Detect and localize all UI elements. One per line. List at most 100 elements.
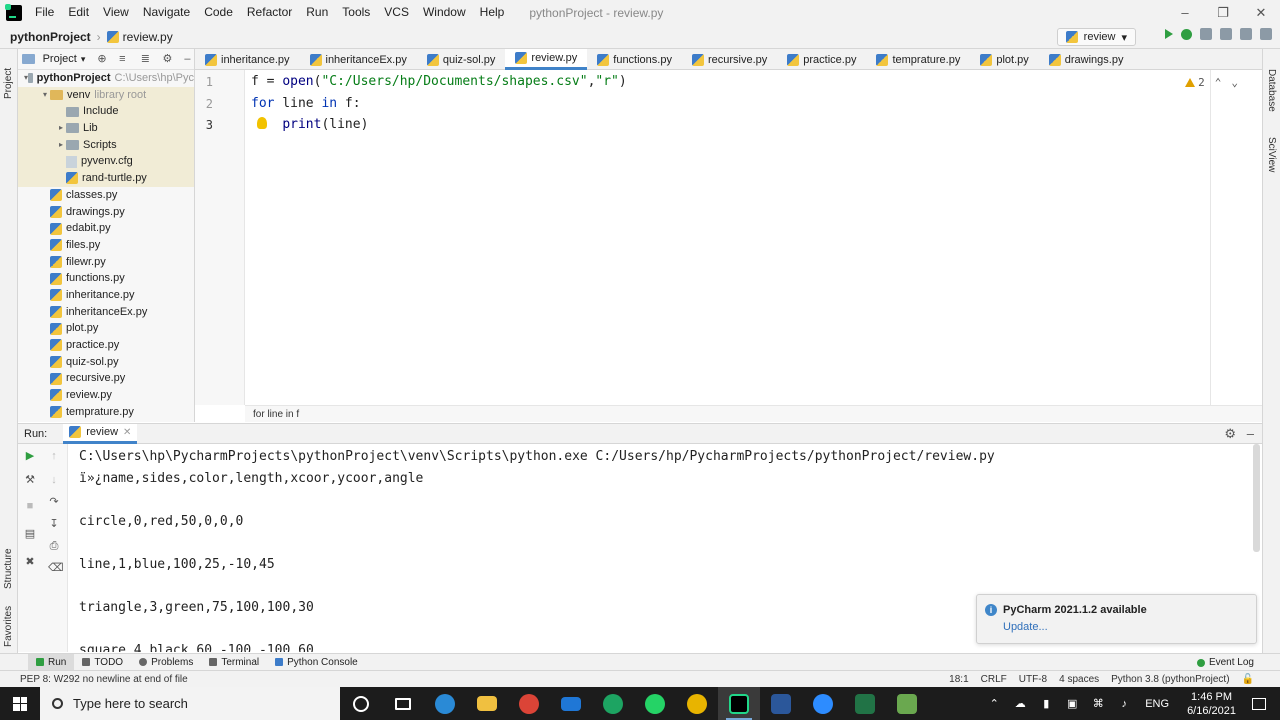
console-scrollbar[interactable] [1253,444,1260,552]
project-panel-title[interactable]: Project [43,53,77,65]
print-icon[interactable]: ⎙ [48,540,60,552]
python-interpreter[interactable]: Python 3.8 (pythonProject) [1111,674,1229,685]
tree-item[interactable]: filewr.py [18,254,194,271]
editor-tab[interactable]: temprature.py [866,49,970,70]
stop-icon[interactable] [1240,28,1252,40]
search-icon[interactable] [1260,28,1272,40]
taskbar-app[interactable] [886,687,928,720]
task-view-button[interactable] [382,687,424,720]
taskbar-file-explorer[interactable] [466,687,508,720]
tree-item[interactable]: files.py [18,237,194,254]
code-breadcrumb[interactable]: for line in f [245,405,1262,422]
chevron-up-icon[interactable]: ⌃ [1215,76,1222,89]
start-button[interactable] [0,687,40,720]
tool-window-todo[interactable]: TODO [74,654,131,671]
taskbar-word[interactable] [760,687,802,720]
menu-view[interactable]: View [96,0,136,25]
scroll-to-end-icon[interactable]: ↧ [48,518,60,530]
stripe-favorites[interactable]: Favorites [3,606,14,647]
input-language[interactable]: ENG [1145,698,1169,710]
hide-icon[interactable]: – [184,54,194,65]
stripe-sciview[interactable]: SciView [1266,137,1277,172]
tree-item[interactable]: rand-turtle.py [18,170,194,187]
taskbar-pycharm[interactable] [718,687,760,720]
cloud-icon[interactable]: ☁ [1013,697,1027,711]
editor-tab[interactable]: functions.py [587,49,682,70]
file-encoding[interactable]: UTF-8 [1019,674,1047,685]
layout-icon[interactable]: ▤ [24,528,36,540]
tree-item[interactable]: functions.py [18,270,194,287]
gear-icon[interactable]: ⚙ [162,54,172,65]
tool-window-terminal[interactable]: Terminal [201,654,267,671]
menu-refactor[interactable]: Refactor [240,0,299,25]
notification-center-icon[interactable] [1252,697,1266,710]
menu-vcs[interactable]: VCS [377,0,416,25]
event-log-button[interactable]: Event Log [1196,654,1254,671]
tree-item[interactable]: ▾ pythonProject C:\Users\hp\Pyc [18,70,194,87]
debug-icon[interactable] [1181,28,1192,40]
taskbar-excel[interactable] [844,687,886,720]
chevron-down-icon[interactable]: ⌄ [1231,76,1238,89]
tool-window-run[interactable]: Run [28,653,75,671]
run-icon[interactable] [1165,29,1173,39]
taskbar-search[interactable]: Type here to search [40,687,340,720]
chevron-right-icon[interactable]: ▸ [56,137,66,154]
tree-item[interactable]: ▸ Scripts [18,136,194,154]
chevron-down-icon[interactable]: ▾ [40,87,50,104]
expand-all-icon[interactable]: ≡ [119,54,129,65]
taskbar-chrome-3[interactable] [676,687,718,720]
tree-item[interactable]: recursive.py [18,370,194,387]
taskbar-chrome-1[interactable] [508,687,550,720]
tree-item[interactable]: classes.py [18,187,194,204]
tree-item[interactable]: edabit.py [18,220,194,237]
update-link[interactable]: Update... [1003,621,1048,633]
taskbar-chrome-2[interactable] [592,687,634,720]
maximize-icon[interactable]: ❐ [1204,0,1242,25]
cortana-button[interactable] [340,687,382,720]
editor-tab[interactable]: review.py [505,49,588,70]
taskbar-mail[interactable] [550,687,592,720]
taskbar-zoom[interactable] [802,687,844,720]
chevron-up-icon[interactable]: ⌃ [987,697,1001,711]
menu-file[interactable]: File [28,0,61,25]
arrow-down-icon[interactable]: ↓ [48,474,60,486]
coverage-icon[interactable] [1200,28,1212,40]
usb-icon[interactable]: ▮ [1039,697,1053,711]
rerun-icon[interactable]: ▶ [24,450,36,462]
caret-position[interactable]: 18:1 [949,674,968,685]
editor-tab[interactable]: inheritance.py [195,49,300,70]
tree-item[interactable]: temprature.py [18,404,194,421]
editor-tab[interactable]: quiz-sol.py [417,49,506,70]
menu-tools[interactable]: Tools [335,0,377,25]
locate-icon[interactable]: ⊕ [97,54,107,65]
stripe-database[interactable]: Database [1266,69,1277,112]
menu-help[interactable]: Help [473,0,512,25]
editor-scrollbar[interactable] [1210,70,1211,405]
inspection-widget[interactable]: 2 ⌃ ⌄ [1185,76,1238,89]
tree-item[interactable]: ▸ Lib [18,120,194,137]
tree-item[interactable]: inheritance.py [18,287,194,304]
editor-tab[interactable]: recursive.py [682,49,777,70]
editor-tab[interactable]: inheritanceEx.py [300,49,417,70]
taskbar-whatsapp[interactable] [634,687,676,720]
gear-icon[interactable]: ⚙ [1224,426,1236,442]
run-tab[interactable]: review ✕ [63,423,138,444]
chevron-down-icon[interactable]: ▾ [81,54,86,65]
nav-project-name[interactable]: pythonProject [0,30,91,44]
screen-icon[interactable]: ▣ [1065,697,1079,711]
clock[interactable]: 1:46 PM 6/16/2021 [1187,690,1236,718]
soft-wrap-icon[interactable]: ↷ [48,496,60,508]
tree-item[interactable]: pyvenv.cfg [18,153,194,171]
editor-tab[interactable]: practice.py [777,49,866,70]
volume-icon[interactable]: ♪ [1117,697,1131,711]
stop-icon[interactable]: ■ [24,500,36,512]
menu-code[interactable]: Code [197,0,240,25]
run-configuration-select[interactable]: review ▾ [1056,28,1136,46]
pin-icon[interactable]: ✖ [24,556,36,568]
tree-item[interactable]: ▾ venv library root [18,86,194,104]
indent-setting[interactable]: 4 spaces [1059,674,1099,685]
arrow-up-icon[interactable]: ↑ [48,450,60,462]
tree-item[interactable]: plot.py [18,320,194,337]
tree-item[interactable]: quiz-sol.py [18,354,194,371]
tree-item[interactable]: practice.py [18,337,194,354]
